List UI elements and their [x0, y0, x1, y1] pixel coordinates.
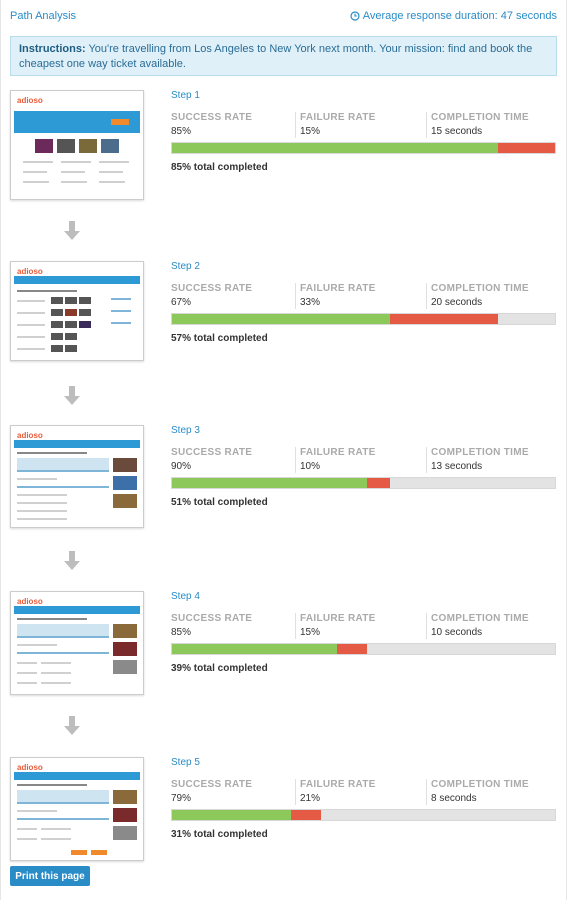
failure-rate-value: 10%	[300, 461, 321, 472]
instructions-text: You're travelling from Los Angeles to Ne…	[19, 43, 533, 70]
completion-time-value: 13 seconds	[431, 461, 483, 472]
total-completed: 39% total completed	[171, 663, 268, 674]
step-title: Step 1	[171, 90, 200, 101]
print-page-button[interactable]: Print this page	[10, 866, 90, 886]
failure-rate-label: FAILURE RATE	[300, 283, 376, 294]
failure-rate-label: FAILURE RATE	[300, 779, 376, 790]
down-arrow-icon	[64, 386, 80, 405]
progress-bar	[171, 313, 556, 325]
progress-bar	[171, 643, 556, 655]
success-rate-label: SUCCESS RATE	[171, 283, 253, 294]
completion-time-label: COMPLETION TIME	[431, 112, 529, 123]
failure-rate-value: 21%	[300, 793, 321, 804]
success-rate-label: SUCCESS RATE	[171, 112, 253, 123]
total-completed: 85% total completed	[171, 162, 268, 173]
progress-failure-segment	[390, 314, 498, 324]
average-duration-text: Average response duration: 47 seconds	[362, 10, 557, 22]
total-completed: 51% total completed	[171, 497, 268, 508]
step-2-thumbnail[interactable]: adioso	[10, 261, 144, 361]
down-arrow-icon	[64, 716, 80, 735]
completion-time-value: 10 seconds	[431, 627, 483, 638]
step-5-thumbnail[interactable]: adioso	[10, 757, 144, 861]
thumbnail-logo: adioso	[17, 96, 43, 105]
total-completed: 31% total completed	[171, 829, 268, 840]
step-title: Step 4	[171, 591, 200, 602]
success-rate-value: 85%	[171, 126, 192, 137]
top-bar: Path Analysis Average response duration:…	[0, 0, 567, 30]
step-title: Step 3	[171, 425, 200, 436]
instructions-label: Instructions:	[19, 43, 86, 55]
path-analysis-link[interactable]: Path Analysis	[10, 10, 76, 22]
down-arrow-icon	[64, 551, 80, 570]
completion-time-label: COMPLETION TIME	[431, 613, 529, 624]
step-4-thumbnail[interactable]: adioso	[10, 591, 144, 695]
progress-failure-segment	[290, 810, 322, 820]
completion-time-label: COMPLETION TIME	[431, 283, 529, 294]
progress-failure-segment	[336, 644, 368, 654]
completion-time-value: 15 seconds	[431, 126, 483, 137]
failure-rate-value: 15%	[300, 627, 321, 638]
success-rate-value: 90%	[171, 461, 192, 472]
completion-time-label: COMPLETION TIME	[431, 447, 529, 458]
thumbnail-logo: adioso	[17, 763, 43, 772]
down-arrow-icon	[64, 221, 80, 240]
success-rate-value: 85%	[171, 627, 192, 638]
thumbnail-logo: adioso	[17, 431, 43, 440]
step-3-thumbnail[interactable]: adioso	[10, 425, 144, 528]
completion-time-value: 8 seconds	[431, 793, 477, 804]
step-title: Step 2	[171, 261, 200, 272]
progress-bar	[171, 142, 556, 154]
progress-success-segment	[172, 478, 368, 488]
step-1-thumbnail[interactable]: adioso	[10, 90, 144, 200]
progress-success-segment	[172, 143, 498, 153]
failure-rate-label: FAILURE RATE	[300, 613, 376, 624]
clock-icon	[350, 11, 360, 21]
completion-time-label: COMPLETION TIME	[431, 779, 529, 790]
success-rate-value: 79%	[171, 793, 192, 804]
progress-success-segment	[172, 810, 291, 820]
progress-bar	[171, 809, 556, 821]
success-rate-value: 67%	[171, 297, 192, 308]
step-title: Step 5	[171, 757, 200, 768]
total-completed: 57% total completed	[171, 333, 268, 344]
progress-failure-segment	[367, 478, 391, 488]
success-rate-label: SUCCESS RATE	[171, 613, 253, 624]
failure-rate-value: 15%	[300, 126, 321, 137]
completion-time-value: 20 seconds	[431, 297, 483, 308]
failure-rate-value: 33%	[300, 297, 321, 308]
failure-rate-label: FAILURE RATE	[300, 112, 376, 123]
average-duration: Average response duration: 47 seconds	[350, 10, 557, 22]
progress-bar	[171, 477, 556, 489]
progress-success-segment	[172, 644, 337, 654]
success-rate-label: SUCCESS RATE	[171, 779, 253, 790]
thumbnail-logo: adioso	[17, 267, 43, 276]
progress-failure-segment	[497, 143, 555, 153]
thumbnail-logo: adioso	[17, 597, 43, 606]
success-rate-label: SUCCESS RATE	[171, 447, 253, 458]
failure-rate-label: FAILURE RATE	[300, 447, 376, 458]
instructions-box: Instructions: You're travelling from Los…	[10, 36, 557, 76]
progress-success-segment	[172, 314, 391, 324]
